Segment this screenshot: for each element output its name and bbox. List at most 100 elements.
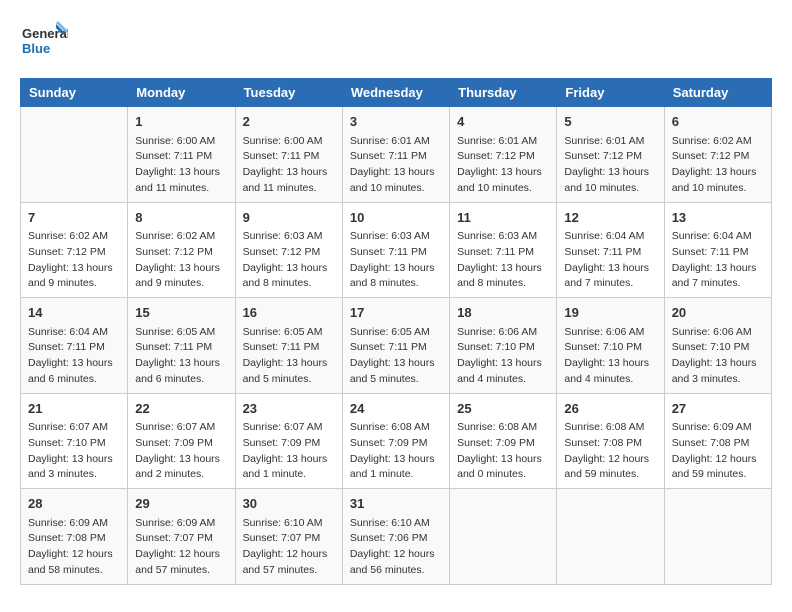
day-number: 27 [672,399,764,419]
page-header: GeneralBlue [20,20,772,62]
cell-info-line: Sunset: 7:09 PM [135,436,227,452]
cell-info-line: Daylight: 13 hours [457,261,549,277]
cell-info-line: Sunset: 7:11 PM [350,245,442,261]
cell-info-line: Sunset: 7:12 PM [672,149,764,165]
calendar-cell [557,489,664,585]
calendar-week-2: 7 Sunrise: 6:02 AMSunset: 7:12 PM Daylight… [21,202,772,298]
cell-info-line: Daylight: 12 hours [564,452,656,468]
cell-info-line: Sunrise: 6:02 AM [135,229,227,245]
calendar-cell: 3Sunrise: 6:01 AMSunset: 7:11 PMDaylight… [342,107,449,203]
calendar-cell: 22Sunrise: 6:07 AMSunset: 7:09 PMDayligh… [128,393,235,489]
cell-info-line: Sunrise: 6:02 AM [672,134,764,150]
cell-info-line: and 59 minutes. [672,467,764,483]
cell-info-line: Daylight: 13 hours [350,165,442,181]
calendar-cell: 23Sunrise: 6:07 AMSunset: 7:09 PMDayligh… [235,393,342,489]
cell-info-line: Sunset: 7:11 PM [672,245,764,261]
cell-info-line: Sunset: 7:09 PM [350,436,442,452]
day-number: 3 [350,112,442,132]
day-number: 28 [28,494,120,514]
calendar-week-1: 1Sunrise: 6:00 AMSunset: 7:11 PMDaylight… [21,107,772,203]
cell-info-line: Sunrise: 6:07 AM [135,420,227,436]
cell-info-line: Sunrise: 6:04 AM [672,229,764,245]
cell-info-line: and 10 minutes. [350,181,442,197]
calendar-cell: 17Sunrise: 6:05 AMSunset: 7:11 PMDayligh… [342,298,449,394]
day-number: 5 [564,112,656,132]
cell-info-line: Daylight: 12 hours [672,452,764,468]
day-number: 25 [457,399,549,419]
cell-info-line: Daylight: 13 hours [672,356,764,372]
cell-info-line: Daylight: 13 hours [564,261,656,277]
cell-info-line: Daylight: 13 hours [350,452,442,468]
calendar-cell: 18Sunrise: 6:06 AMSunset: 7:10 PMDayligh… [450,298,557,394]
cell-info-line: and 9 minutes. [28,276,120,292]
cell-info-line: and 6 minutes. [28,372,120,388]
cell-info-line: Daylight: 13 hours [564,356,656,372]
cell-info-line: and 8 minutes. [243,276,335,292]
cell-info-line: Sunset: 7:07 PM [135,531,227,547]
cell-info-line: and 10 minutes. [564,181,656,197]
cell-info-line: Sunset: 7:09 PM [243,436,335,452]
cell-info-line: and 59 minutes. [564,467,656,483]
cell-info-line: and 6 minutes. [135,372,227,388]
day-number: 13 [672,208,764,228]
cell-info-line: Sunset: 7:11 PM [243,149,335,165]
day-number: 18 [457,303,549,323]
cell-info-line: and 5 minutes. [243,372,335,388]
cell-info-line: Sunrise: 6:09 AM [672,420,764,436]
cell-info-line: and 11 minutes. [135,181,227,197]
cell-info-line: and 57 minutes. [135,563,227,579]
cell-info-line: and 56 minutes. [350,563,442,579]
day-number: 7 [28,208,120,228]
calendar-cell: 1Sunrise: 6:00 AMSunset: 7:11 PMDaylight… [128,107,235,203]
calendar-cell: 16Sunrise: 6:05 AMSunset: 7:11 PMDayligh… [235,298,342,394]
calendar-week-3: 14Sunrise: 6:04 AMSunset: 7:11 PMDayligh… [21,298,772,394]
calendar-cell: 8Sunrise: 6:02 AMSunset: 7:12 PMDaylight… [128,202,235,298]
cell-info-line: Daylight: 13 hours [457,165,549,181]
day-number: 12 [564,208,656,228]
header-day-wednesday: Wednesday [342,79,449,107]
day-number: 22 [135,399,227,419]
cell-info-line: Sunrise: 6:09 AM [28,516,120,532]
calendar-cell [450,489,557,585]
day-number: 11 [457,208,549,228]
cell-info-line: Sunrise: 6:00 AM [243,134,335,150]
calendar-cell: 29Sunrise: 6:09 AMSunset: 7:07 PMDayligh… [128,489,235,585]
cell-info-line: Sunset: 7:11 PM [243,340,335,356]
cell-info-line: and 3 minutes. [28,467,120,483]
calendar-cell [21,107,128,203]
cell-info-line: and 2 minutes. [135,467,227,483]
cell-info-line: Sunset: 7:12 PM [457,149,549,165]
cell-info-line: and 5 minutes. [350,372,442,388]
cell-info-line: Sunrise: 6:01 AM [457,134,549,150]
cell-info-line: and 7 minutes. [564,276,656,292]
day-number: 16 [243,303,335,323]
day-number: 17 [350,303,442,323]
cell-info-line: and 57 minutes. [243,563,335,579]
header-day-tuesday: Tuesday [235,79,342,107]
logo-icon: GeneralBlue [20,20,68,62]
calendar-cell: 30Sunrise: 6:10 AMSunset: 7:07 PMDayligh… [235,489,342,585]
cell-info-line: Daylight: 13 hours [672,165,764,181]
svg-text:Blue: Blue [22,41,50,56]
cell-info-line: Sunrise: 6:06 AM [564,325,656,341]
cell-info-line: Daylight: 13 hours [28,356,120,372]
cell-info-line: Daylight: 13 hours [243,452,335,468]
cell-info-line: Sunset: 7:10 PM [28,436,120,452]
cell-info-line: Sunset: 7:11 PM [350,340,442,356]
calendar-week-4: 21Sunrise: 6:07 AMSunset: 7:10 PMDayligh… [21,393,772,489]
calendar-cell: 26Sunrise: 6:08 AMSunset: 7:08 PMDayligh… [557,393,664,489]
cell-info-line: Sunset: 7:10 PM [457,340,549,356]
calendar-table: SundayMondayTuesdayWednesdayThursdayFrid… [20,78,772,585]
cell-info-line: Daylight: 13 hours [350,261,442,277]
cell-info-line: Sunrise: 6:06 AM [457,325,549,341]
calendar-cell: 9Sunrise: 6:03 AMSunset: 7:12 PMDaylight… [235,202,342,298]
day-number: 10 [350,208,442,228]
cell-info-line: Daylight: 13 hours [243,165,335,181]
cell-info-line: Sunset: 7:12 PM [135,245,227,261]
calendar-cell: 25Sunrise: 6:08 AMSunset: 7:09 PMDayligh… [450,393,557,489]
cell-info-line: Sunset: 7:11 PM [135,340,227,356]
cell-info-line: Sunrise: 6:03 AM [243,229,335,245]
header-day-thursday: Thursday [450,79,557,107]
header-day-sunday: Sunday [21,79,128,107]
cell-info-line: Sunrise: 6:03 AM [457,229,549,245]
